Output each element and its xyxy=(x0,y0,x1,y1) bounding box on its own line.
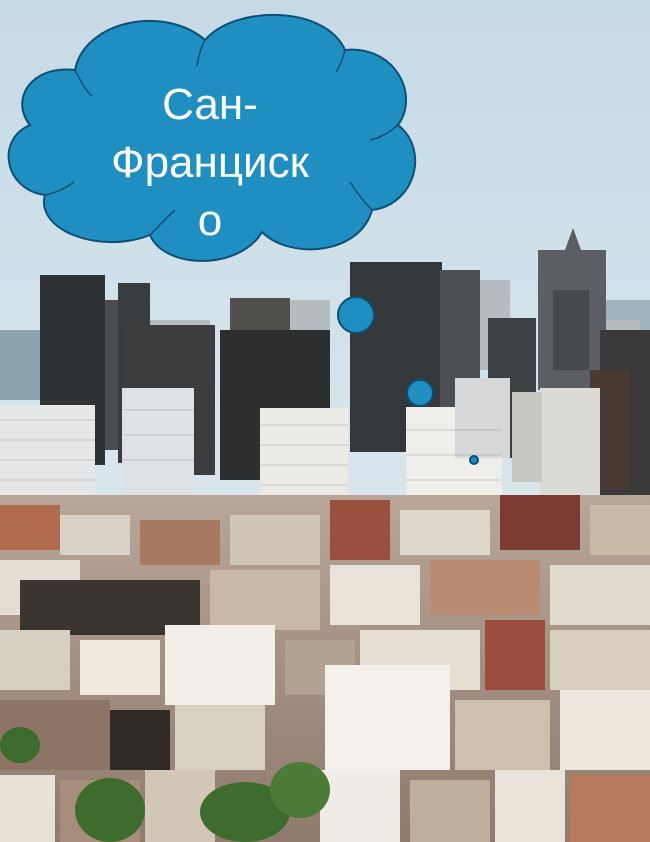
thought-dot-small xyxy=(469,455,479,465)
san-francisco-skyline-photo xyxy=(0,0,650,842)
city-photo-scene: Сан- Франциск о xyxy=(0,0,650,842)
thought-dot-medium xyxy=(406,379,434,407)
thought-dot-large xyxy=(337,296,375,334)
